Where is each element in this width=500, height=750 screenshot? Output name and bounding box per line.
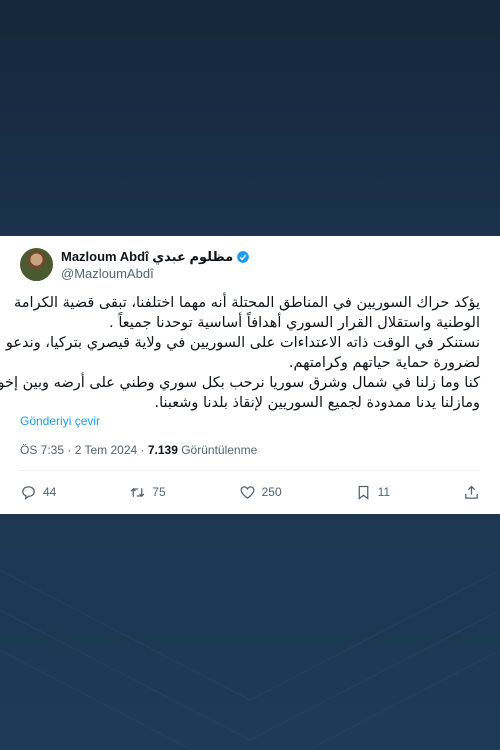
tweet-line: لضرورة حماية حياتهم وكرامتهم. <box>288 355 480 371</box>
heart-icon <box>240 485 255 499</box>
tweet-text: يؤكد حراك السوريين في المناطق المحتلة أن… <box>0 293 481 413</box>
author-name-arabic[interactable]: مظلوم عبدي <box>152 248 233 265</box>
bookmark-button[interactable]: 11 <box>355 484 390 501</box>
tweet-line: نستنكر في الوقت ذاته الاعتداءات على السو… <box>5 335 480 351</box>
view-count: 7.139 <box>147 443 178 457</box>
tweet-line: ومازلنا يدنا ممدودة لجميع السوريين لإنقا… <box>154 395 481 411</box>
bookmark-icon <box>358 485 368 500</box>
author-block: Mazloum Abdî مظلوم عبدي @MazloumAbdî <box>61 248 250 284</box>
tweet-header: Mazloum Abdî مظلوم عبدي @MazloumAbdî <box>20 248 250 284</box>
share-button[interactable] <box>463 484 480 501</box>
author-name-row[interactable]: Mazloum Abdî مظلوم عبدي <box>61 248 250 265</box>
verified-badge-icon <box>237 250 250 263</box>
repost-icon <box>130 487 145 497</box>
tweet-line: يؤكد حراك السوريين في المناطق المحتلة أن… <box>14 295 480 311</box>
like-count: 250 <box>261 485 282 499</box>
reply-count: 44 <box>43 485 57 499</box>
reply-icon <box>22 485 35 500</box>
author-name[interactable]: Mazloum Abdî <box>61 248 149 265</box>
tweet-line: الوطنية واستقلال القرار السوري أهدافاً أ… <box>109 315 480 331</box>
like-button[interactable]: 250 <box>239 484 282 501</box>
action-bar: 44 75 250 11 <box>20 482 480 502</box>
bookmark-count: 11 <box>377 485 391 499</box>
views-label: Görüntülenme <box>177 443 258 457</box>
timestamp[interactable]: ÖS 7:35 · 2 Tem 2024 · <box>20 443 148 457</box>
tweet-line: كنا وما زلنا في شمال وشرق سوريا نرحب بكل… <box>0 375 480 391</box>
reply-button[interactable]: 44 <box>20 484 56 501</box>
tweet-card: Mazloum Abdî مظلوم عبدي @MazloumAbdî يؤك… <box>0 236 500 514</box>
share-icon <box>465 485 478 499</box>
repost-button[interactable]: 75 <box>129 484 166 501</box>
repost-count: 75 <box>152 485 166 499</box>
tweet-meta: ÖS 7:35 · 2 Tem 2024 · 7.139 Görüntülenm… <box>20 443 257 457</box>
author-handle[interactable]: @MazloumAbdî <box>61 265 250 282</box>
translate-link[interactable]: Gönderiyi çevir <box>20 414 100 428</box>
divider <box>20 470 480 471</box>
avatar[interactable] <box>20 248 53 281</box>
